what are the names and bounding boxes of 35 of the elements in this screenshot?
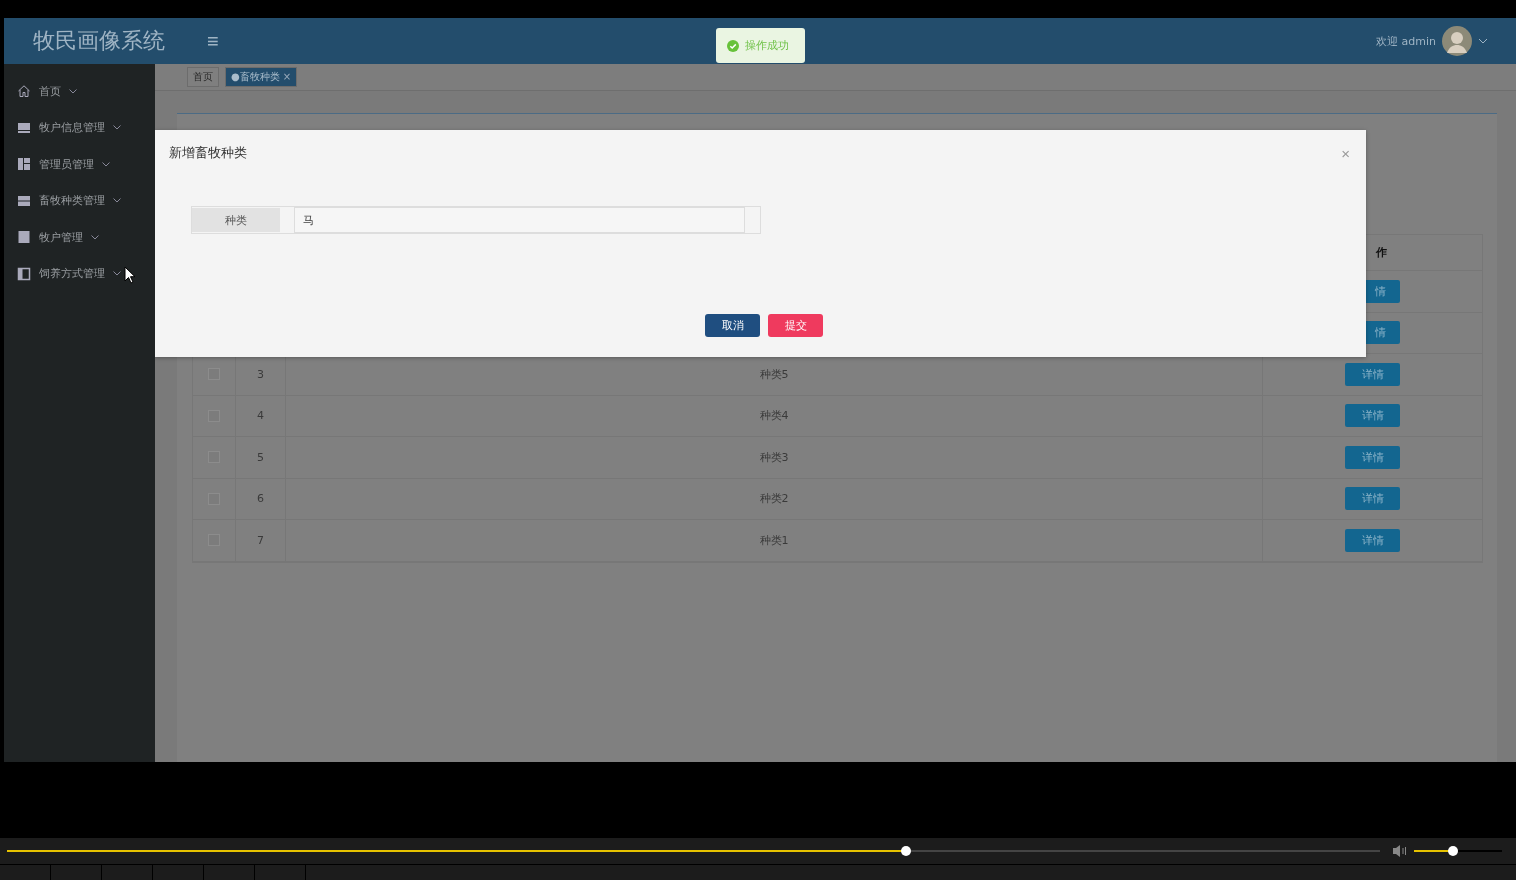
toast-message: 操作成功: [745, 38, 789, 53]
table-cell: 3: [256, 367, 264, 381]
sidebar-item[interactable]: 首页: [4, 73, 155, 110]
sidebar-item[interactable]: 畜牧种类管理: [4, 182, 155, 219]
page-tab[interactable]: 首页: [187, 67, 219, 87]
details-button[interactable]: 详情: [1345, 362, 1401, 386]
table-cell: 种类3: [759, 449, 789, 465]
column-header: 作: [1376, 245, 1388, 260]
table-cell: 种类5: [759, 366, 789, 382]
details-button[interactable]: 详情: [1345, 445, 1401, 469]
table-cell: 7: [256, 533, 264, 547]
details-button[interactable]: 详情: [1345, 487, 1401, 511]
sidebar-item[interactable]: 牧户管理: [4, 219, 155, 256]
cancel-button[interactable]: 取消: [705, 314, 760, 337]
table-cell: 种类1: [759, 532, 789, 548]
sidebar-item[interactable]: 管理员管理: [4, 146, 155, 183]
app-logo: 牧民画像系统: [33, 27, 166, 55]
table-cell: 4: [256, 409, 264, 423]
close-button[interactable]: ×: [1339, 144, 1352, 162]
page-tab[interactable]: ●畜牧种类 ×: [225, 67, 298, 87]
field-label: 种类: [192, 208, 280, 232]
welcome-text: 欢迎 admin: [1376, 33, 1436, 49]
close-icon[interactable]: ×: [282, 72, 292, 82]
input-field[interactable]: 马: [294, 207, 745, 233]
table-cell: 5: [256, 450, 264, 464]
table-cell: 6: [256, 492, 264, 506]
details-button[interactable]: 详情: [1345, 528, 1401, 552]
details-button[interactable]: 详情: [1345, 404, 1401, 428]
sidebar-item[interactable]: 牧户信息管理: [4, 109, 155, 146]
dialog-title: 新增畜牧种类: [169, 144, 247, 162]
table-cell: 种类2: [759, 491, 789, 507]
submit-button[interactable]: 提交: [768, 314, 823, 337]
menu-button[interactable]: ≡: [203, 29, 223, 53]
table-cell: 种类4: [759, 408, 789, 424]
sidebar-item[interactable]: 饲养方式管理: [4, 255, 155, 292]
